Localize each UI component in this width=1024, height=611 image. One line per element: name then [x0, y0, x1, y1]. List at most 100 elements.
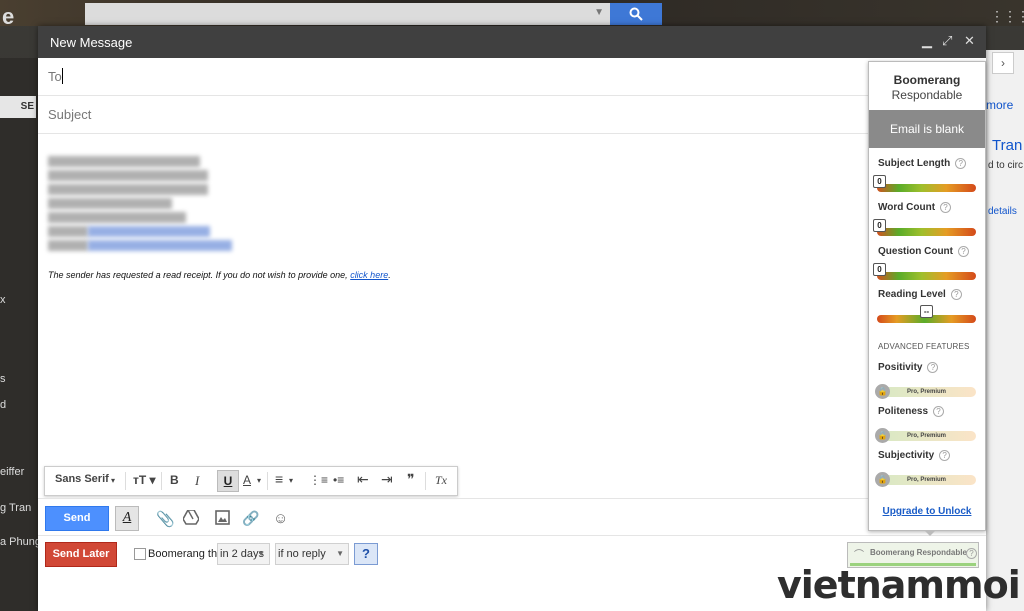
search-button[interactable]: [610, 3, 662, 25]
chevron-down-icon[interactable]: ▾: [257, 476, 261, 485]
google-drive-icon[interactable]: [183, 510, 199, 525]
advanced-features-heading: ADVANCED FEATURES: [878, 342, 970, 351]
align-icon[interactable]: ≡: [275, 471, 283, 487]
boomerang-condition-select[interactable]: if no reply ▼: [275, 543, 349, 565]
lock-icon: 🔒: [875, 472, 890, 487]
signature-line: [48, 198, 172, 209]
signature-line: [48, 156, 200, 167]
to-field[interactable]: [38, 58, 868, 96]
reading-level-label: Reading Level?: [878, 289, 962, 300]
subject-field[interactable]: [38, 96, 868, 134]
formatting-options-toggle[interactable]: A: [115, 506, 139, 531]
panel-pointer: [924, 530, 936, 536]
compose-window: New Message ▁ ⤢ ✕ To Subject The sender …: [38, 26, 986, 611]
details-link[interactable]: details: [988, 206, 1017, 217]
boomerang-this-label[interactable]: Boomerang this: [148, 548, 225, 560]
minimize-icon[interactable]: ▁: [922, 33, 932, 49]
sidebar-item[interactable]: x: [0, 294, 38, 306]
subject-input[interactable]: Subject: [48, 107, 91, 122]
signature-line: [48, 226, 88, 237]
hangout-contact[interactable]: g Tran: [0, 502, 38, 514]
formatting-toolbar: Sans Serif ▾ тT ▾ B I U A ▾ ≡ ▾ ⋮≡ •≡ ⇤ …: [44, 466, 458, 496]
apps-grid-icon[interactable]: ⋮⋮⋮: [990, 8, 1024, 25]
underline-icon[interactable]: U: [217, 470, 239, 492]
sidebar-item[interactable]: s: [0, 373, 38, 385]
insert-link-icon[interactable]: 🔗: [242, 510, 259, 527]
chevron-down-icon: ▼: [336, 549, 344, 558]
upgrade-to-unlock-link[interactable]: Upgrade to Unlock: [869, 506, 985, 517]
text-color-icon[interactable]: A: [243, 473, 251, 487]
help-icon[interactable]: ?: [939, 450, 951, 461]
remove-formatting-icon[interactable]: Tx: [435, 473, 447, 488]
indent-less-icon[interactable]: ⇤: [357, 471, 369, 488]
insert-emoji-icon[interactable]: ☺: [273, 510, 288, 527]
quote-icon[interactable]: ❞: [407, 471, 415, 488]
font-family-select[interactable]: Sans Serif: [55, 473, 109, 485]
word-count-label: Word Count?: [878, 202, 952, 213]
subjectivity-locked-bar: Pro, Premium: [877, 475, 976, 485]
signature-link[interactable]: [88, 240, 232, 251]
question-count-marker: 0: [873, 263, 886, 276]
numbered-list-icon[interactable]: ⋮≡: [309, 473, 328, 487]
compose-button[interactable]: SE: [0, 96, 36, 118]
help-icon[interactable]: ?: [927, 362, 939, 373]
gmail-sidebar: [0, 58, 38, 611]
gmail-top-bar: e ▼ ⋮⋮⋮: [0, 0, 1024, 29]
respondable-status: Email is blank: [869, 110, 985, 148]
read-receipt-notice: The sender has requested a read receipt.…: [48, 270, 391, 280]
subjectivity-label: Subjectivity?: [878, 450, 951, 461]
signature-line: [48, 170, 208, 181]
toolbar-divider: [125, 472, 126, 490]
next-arrow-icon[interactable]: ›: [992, 52, 1014, 74]
subject-length-marker: 0: [873, 175, 886, 188]
watermark-logo: vietnammoi: [777, 563, 1021, 607]
positivity-locked-bar: Pro, Premium: [877, 387, 976, 397]
chevron-down-icon[interactable]: ▼: [594, 7, 604, 18]
word-count-gauge: [877, 228, 976, 236]
subject-length-gauge: [877, 184, 976, 192]
toolbar-divider: [425, 472, 426, 490]
more-link[interactable]: more: [986, 98, 1013, 112]
bulleted-list-icon[interactable]: •≡: [333, 473, 344, 487]
bold-icon[interactable]: B: [170, 473, 179, 487]
hangout-contact[interactable]: eiffer: [0, 466, 38, 478]
help-icon[interactable]: ?: [958, 246, 969, 257]
respondable-panel: Boomerang Respondable Email is blank Sub…: [868, 61, 986, 536]
send-button[interactable]: Send: [45, 506, 109, 531]
read-receipt-link[interactable]: click here: [350, 270, 388, 280]
close-icon[interactable]: ✕: [964, 33, 975, 49]
question-count-gauge: [877, 272, 976, 280]
gmail-search-input[interactable]: ▼: [85, 3, 610, 25]
respondable-tab-label: Boomerang Respondable: [870, 548, 967, 557]
help-icon[interactable]: ?: [950, 289, 962, 300]
word-count-marker: 0: [873, 219, 886, 232]
help-icon[interactable]: ?: [940, 202, 952, 213]
compose-title: New Message: [50, 35, 133, 50]
attach-files-icon[interactable]: 📎: [156, 510, 175, 528]
hangout-contact[interactable]: a Phung: [0, 536, 38, 548]
chevron-down-icon[interactable]: ▾: [289, 476, 293, 485]
boomerang-help-button[interactable]: ?: [354, 543, 378, 565]
boomerang-this-checkbox[interactable]: [134, 548, 146, 560]
expand-icon[interactable]: ⤢: [942, 33, 952, 49]
indent-more-icon[interactable]: ⇥: [381, 471, 393, 488]
signature-link[interactable]: [88, 226, 210, 237]
compose-header[interactable]: New Message ▁ ⤢ ✕: [38, 26, 986, 58]
respondable-subtitle: Respondable: [891, 88, 963, 102]
toolbar-divider: [267, 472, 268, 490]
insert-photo-icon[interactable]: [215, 510, 230, 525]
help-icon[interactable]: ?: [955, 158, 967, 169]
italic-icon[interactable]: I: [195, 473, 199, 489]
politeness-label: Politeness?: [878, 406, 945, 417]
help-icon[interactable]: ?: [966, 548, 977, 559]
boomerang-logo-icon: ⌒: [854, 550, 864, 561]
respondable-title: Boomerang: [893, 73, 961, 87]
send-later-button[interactable]: Send Later: [45, 542, 117, 567]
chevron-down-icon[interactable]: ▾: [111, 476, 115, 485]
text-cursor: [62, 68, 63, 84]
font-size-icon[interactable]: тT ▾: [133, 473, 156, 487]
sidebar-item[interactable]: d: [0, 399, 38, 411]
boomerang-delay-select[interactable]: in 2 days ▼: [217, 543, 270, 565]
help-icon[interactable]: ?: [933, 406, 945, 417]
toolbar-divider: [161, 472, 162, 490]
